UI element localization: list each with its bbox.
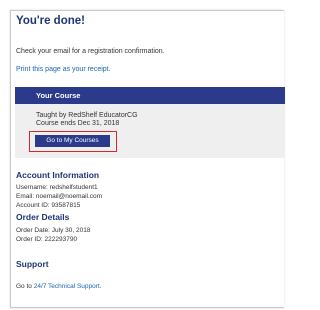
course-heading: Your Course [36, 91, 81, 100]
support-text: Go to 24/7 Technical Support. [16, 283, 102, 290]
account-heading: Account Information [16, 170, 100, 180]
course-instructor: Taught by RedShelf EducatorCG [36, 112, 138, 119]
order-heading: Order Details [16, 212, 70, 222]
support-suffix: . [99, 283, 102, 290]
course-end-date: Course ends Dec 31, 2018 [36, 120, 120, 127]
go-to-my-courses-button[interactable]: Go to My Courses [35, 135, 110, 147]
order-id: Order ID: 222293790 [16, 236, 78, 243]
account-email: Email: noemail@noemail.com [16, 193, 103, 200]
technical-support-link[interactable]: 24/7 Technical Support [34, 283, 100, 290]
account-username: Username: redshelfstudent1 [16, 184, 98, 191]
course-section-header: Your Course [15, 87, 285, 104]
print-receipt-link[interactable]: Print this page as your receipt. [16, 66, 111, 73]
support-heading: Support [16, 259, 49, 269]
page-title: You're done! [16, 15, 85, 27]
support-prefix: Go to [16, 283, 32, 290]
account-id: Account ID: 93587815 [16, 202, 81, 209]
order-date: Order Date: July 30, 2018 [16, 227, 91, 234]
check-email-text: Check your email for a registration conf… [16, 48, 165, 55]
